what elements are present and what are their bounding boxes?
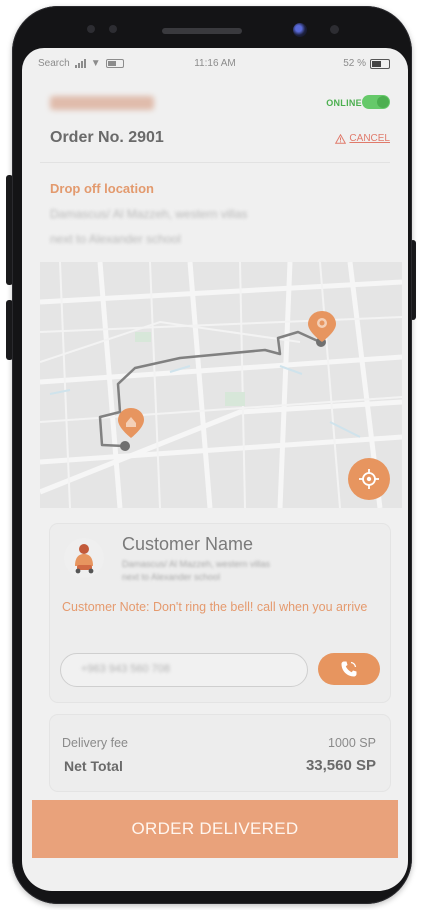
dropoff-title: Drop off location [50,181,154,196]
battery-percent: 52 % [343,58,366,69]
customer-card: Customer Name Damascus/ Al Mazzeh, weste… [50,524,390,702]
app-screen: Search ▼ 11:16 AM 52 % ONLINE Order No. … [22,48,408,891]
header-divider [40,162,390,163]
speaker-grille [162,28,242,34]
net-total-value: 33,560 SP [305,757,376,774]
sensor-icon [330,25,339,34]
toggle-knob [377,96,389,108]
app-logo [50,96,154,110]
dropoff-address: Damascus/ Al Mazzeh, western villas [50,207,248,221]
route-map[interactable] [40,262,402,508]
order-number: Order No. 2901 [50,129,164,146]
cancel-button[interactable]: CANCEL [335,133,390,144]
delivery-person-icon [75,544,94,574]
front-camera-icon [293,23,307,37]
customer-address: Damascus/ Al Mazzeh, western villas [122,559,271,569]
sensor-icon [109,25,117,33]
warning-icon [335,133,347,144]
locate-icon [359,469,379,489]
online-toggle[interactable] [362,95,390,109]
locate-button[interactable] [348,458,390,500]
sensor-icon [87,25,95,33]
totals-card: Delivery fee 1000 SP Net Total 33,560 SP [50,715,390,791]
battery-icon [370,58,390,69]
net-total-label: Net Total [64,758,123,774]
call-button[interactable] [318,653,380,685]
cancel-label: CANCEL [349,133,390,144]
customer-address: next to Alexander school [122,572,221,582]
customer-note: Customer Note: Don't ring the bell! call… [62,600,368,614]
delivery-fee-label: Delivery fee [62,736,128,750]
dropoff-address: next to Alexander school [50,232,181,246]
order-delivered-button[interactable]: ORDER DELIVERED [32,800,398,858]
online-status-label: ONLINE [326,98,362,108]
customer-avatar [64,538,104,578]
customer-name: Customer Name [122,534,254,554]
status-bar: Search ▼ 11:16 AM 52 % [22,54,408,74]
customer-phone-value: +963 943 560 708 [81,663,171,675]
delivery-fee-value: 1000 SP [328,736,376,750]
phone-icon [341,661,357,677]
customer-phone-field[interactable]: +963 943 560 708 [60,653,308,687]
